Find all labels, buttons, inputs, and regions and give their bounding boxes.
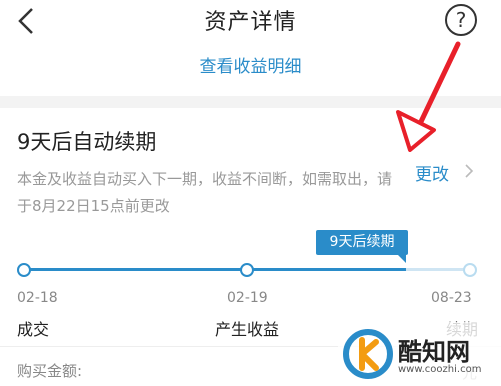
timeline-date: 08-23 <box>431 290 472 306</box>
watermark-url: www.coozhi.com <box>398 364 482 375</box>
page-title: 资产详情 <box>204 10 297 35</box>
watermark-name: 酷知网 <box>398 338 470 366</box>
change-button[interactable]: 更改 <box>415 160 449 185</box>
help-icon[interactable]: ? <box>445 4 477 36</box>
timeline-node-earnings <box>240 263 254 277</box>
timeline-node-trade <box>17 263 31 277</box>
auto-renew-title: 9天后自动续期 <box>17 130 157 154</box>
watermark-logo-icon <box>343 329 393 379</box>
renew-countdown-badge: 9天后续期 <box>316 230 408 255</box>
timeline-stage-label: 产生收益 <box>215 320 280 339</box>
timeline-date: 02-19 <box>227 290 268 306</box>
timeline-stage-label: 成交 <box>17 320 50 339</box>
purchase-amount-label: 购买金额: <box>17 362 83 380</box>
badge-pointer <box>398 255 406 263</box>
timeline-node-renew <box>463 263 477 277</box>
annotation-arrow-icon <box>396 41 461 152</box>
timeline-remaining <box>406 268 470 271</box>
auto-renew-description: 本金及收益自动买入下一期，收益不间断，如需取出，请于8月22日15点前更改 <box>17 170 393 215</box>
chevron-right-icon[interactable] <box>462 160 476 182</box>
timeline-date: 02-18 <box>17 290 58 306</box>
timeline-progress <box>23 268 406 271</box>
